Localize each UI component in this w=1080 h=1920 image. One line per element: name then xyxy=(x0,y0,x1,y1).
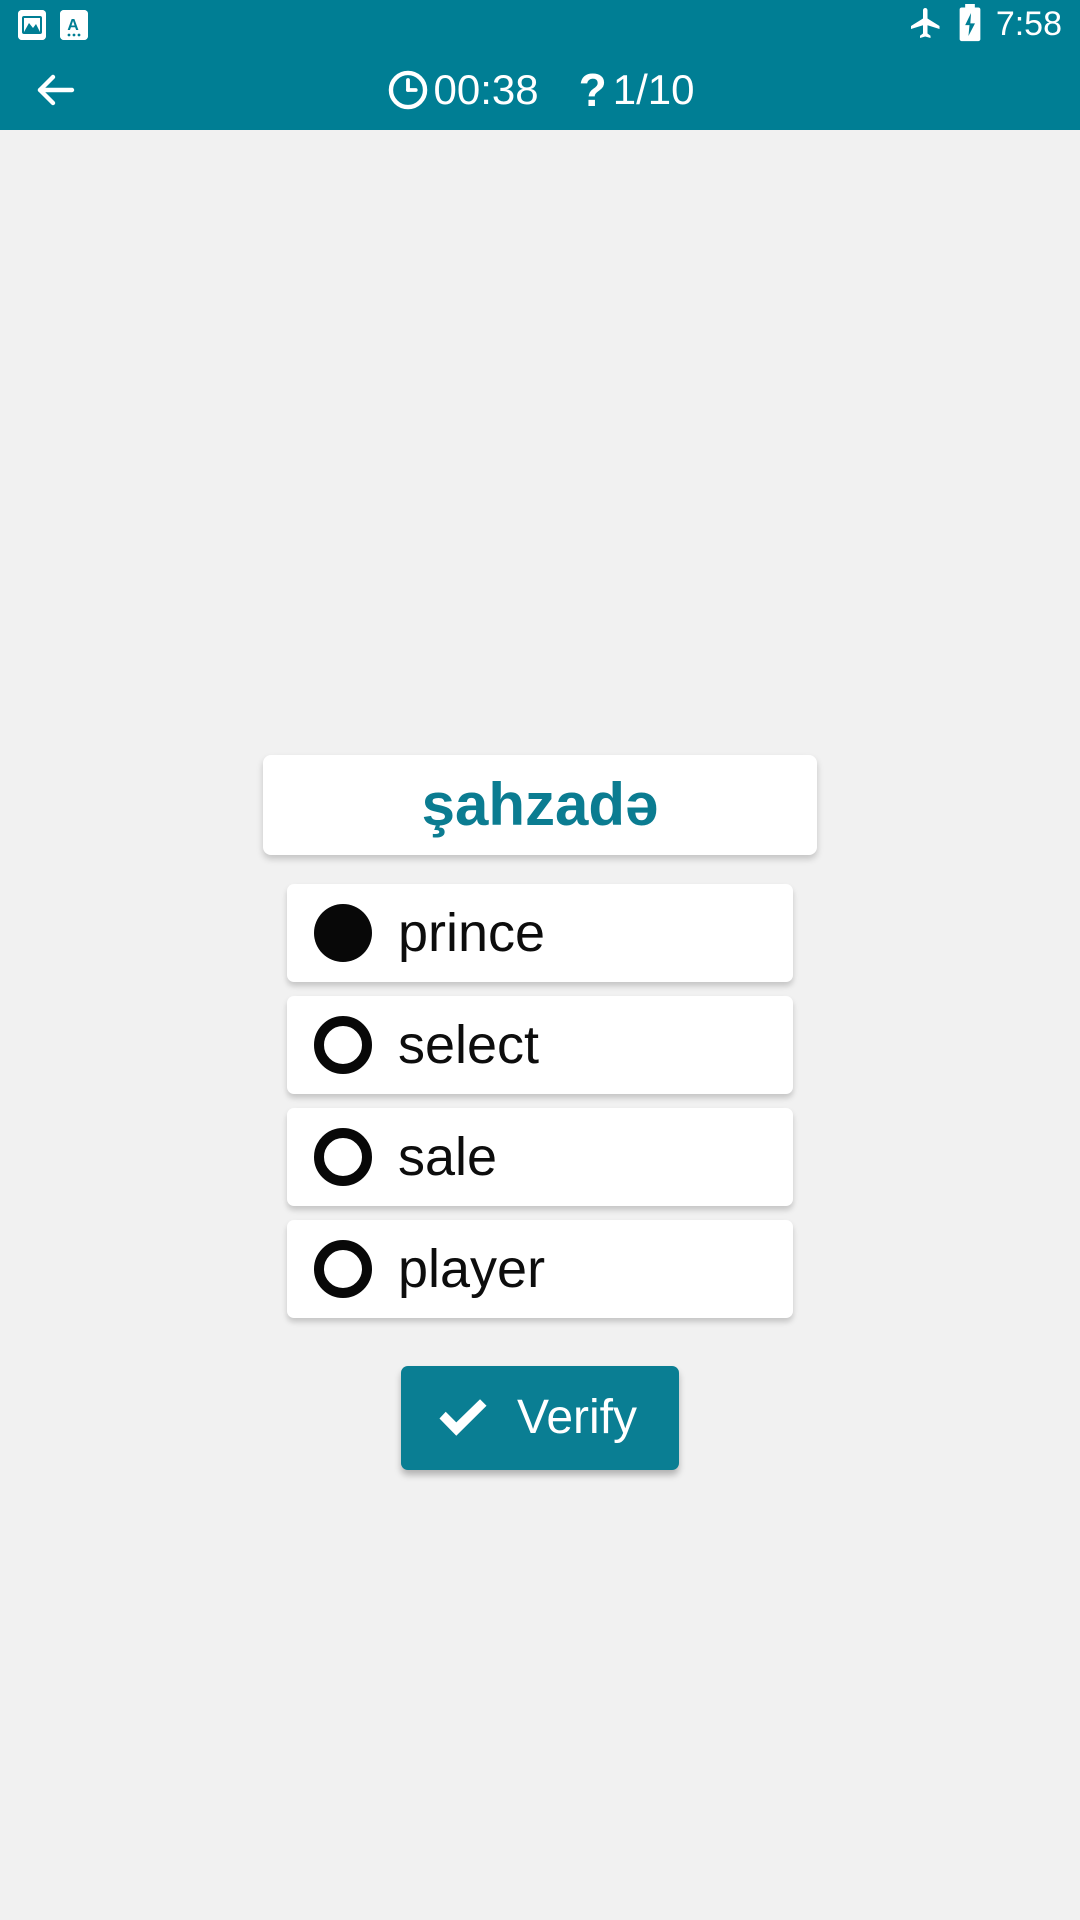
app-bar-center: 00:38 ? 1/10 xyxy=(0,50,1080,130)
question-counter-value: 1/10 xyxy=(612,66,695,113)
status-bar-clock: 7:58 xyxy=(995,5,1062,43)
clock-icon xyxy=(388,70,427,110)
answer-options: prince select sale player xyxy=(287,884,793,1318)
status-bar-notifications: A xyxy=(18,10,88,40)
quiz-block: şahzadə prince select sale player Verify xyxy=(0,755,1080,1470)
answer-option-label: sale xyxy=(398,1127,498,1187)
answer-option-player[interactable]: player xyxy=(287,1220,793,1318)
question-counter: ? 1/10 xyxy=(579,67,695,113)
answer-option-label: select xyxy=(398,1015,540,1075)
answer-option-prince[interactable]: prince xyxy=(287,884,793,982)
answer-option-select[interactable]: select xyxy=(287,996,793,1094)
translate-letter-icon: A xyxy=(60,10,88,40)
verify-button-label: Verify xyxy=(516,1391,638,1444)
answer-option-label: prince xyxy=(398,903,546,963)
question-mark-icon: ? xyxy=(578,64,607,116)
answer-option-sale[interactable]: sale xyxy=(287,1108,793,1206)
quiz-screen: şahzadə prince select sale player Verify xyxy=(0,130,1080,1920)
radio-button-selected[interactable] xyxy=(314,904,372,962)
back-button[interactable] xyxy=(20,54,92,126)
radio-button[interactable] xyxy=(314,1128,372,1186)
radio-button[interactable] xyxy=(314,1016,372,1074)
airplane-mode-icon xyxy=(908,5,944,46)
arrow-left-icon xyxy=(37,74,75,106)
verify-button[interactable]: Verify xyxy=(400,1366,680,1470)
status-bar-system: 7:58 xyxy=(908,3,1062,47)
answer-option-label: player xyxy=(398,1239,546,1299)
battery-charging-icon xyxy=(957,3,983,47)
svg-text:A: A xyxy=(67,17,79,34)
question-word-card: şahzadə xyxy=(263,755,817,855)
check-icon xyxy=(439,1399,487,1436)
timer-value: 00:38 xyxy=(433,66,539,113)
radio-button[interactable] xyxy=(314,1240,372,1298)
status-bar: A 7:58 xyxy=(0,0,1080,50)
image-icon xyxy=(18,10,46,40)
verify-button-container: Verify xyxy=(0,1366,1080,1470)
question-word: şahzadə xyxy=(421,771,659,838)
timer-display: 00:38 xyxy=(386,68,539,112)
app-bar: 00:38 ? 1/10 xyxy=(0,50,1080,130)
